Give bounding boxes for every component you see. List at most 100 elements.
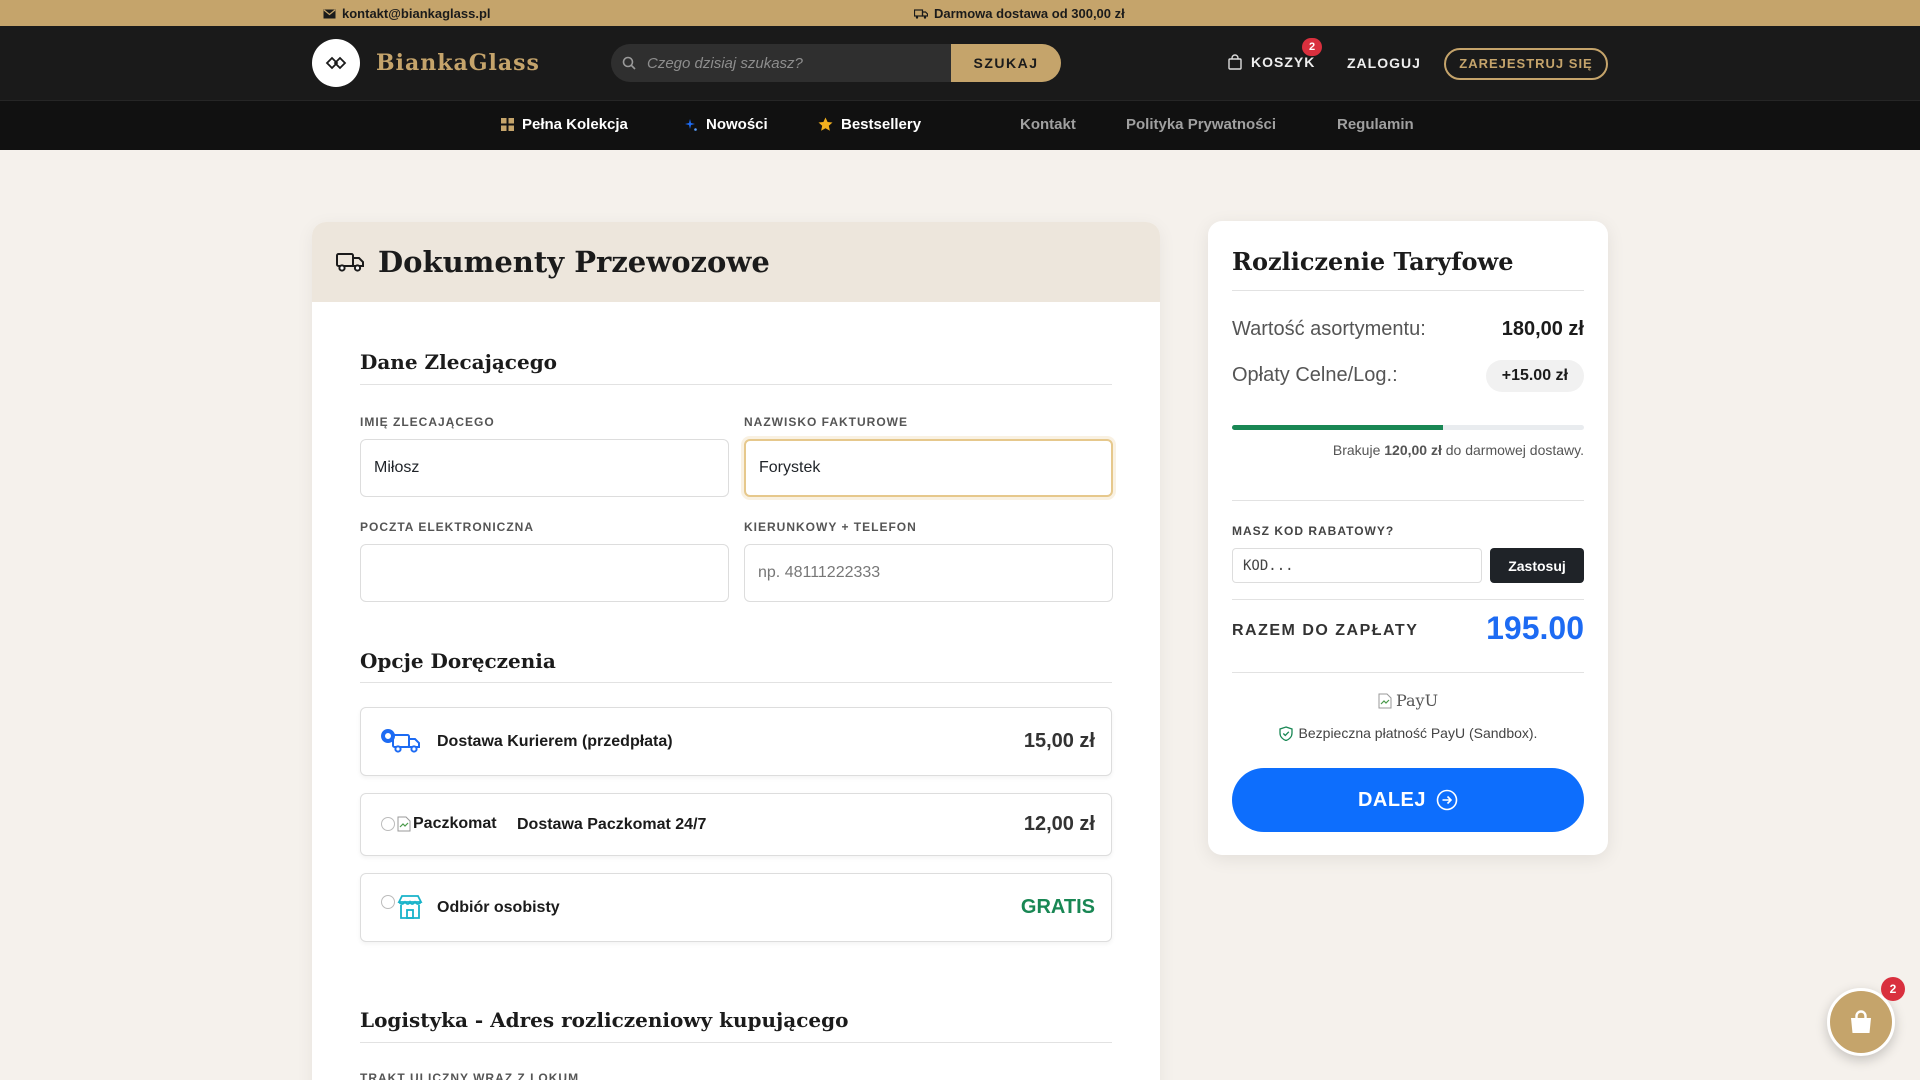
courier-option-name: Dostawa Kurierem (przedpłata)	[437, 733, 673, 750]
goods-value-label: Wartość asortymentu:	[1232, 318, 1426, 340]
search-bar: SZUKAJ	[611, 44, 1061, 82]
free-shipping-progress-fill	[1232, 425, 1444, 430]
courier-option-price: 15,00 zł	[1023, 730, 1095, 752]
nav-item-bestsellers[interactable]: Bestsellery	[818, 116, 921, 133]
delivery-option-parcel-locker[interactable]: Paczkomat Dostawa Paczkomat 24/7 12,00 z…	[360, 793, 1112, 856]
section-title-customer: Dane Zlecającego	[360, 350, 558, 374]
cart-label: KOSZYK	[1251, 54, 1316, 70]
remaining-prefix: Brakuje	[1332, 442, 1385, 458]
secure-payment-note: Bezpieczna płatność PayU (Sandbox).	[1208, 725, 1608, 741]
parcel-locker-logo-alt: Paczkomat	[413, 815, 497, 832]
broken-image-icon	[397, 816, 411, 832]
phone-label: KIERUNKOWY + TELEFON	[744, 520, 917, 534]
truck-icon	[392, 734, 420, 753]
floating-cart-badge: 2	[1881, 977, 1905, 1001]
fees-label: Opłaty Celne/Log.:	[1232, 364, 1398, 386]
site-header: BiankaGlass SZUKAJ KOSZYK 2 ZALOGUJ ZARE…	[0, 26, 1920, 100]
shipping-note-text: Darmowa dostawa od 300,00 zł	[934, 6, 1125, 21]
nav-item-terms[interactable]: Regulamin	[1337, 116, 1414, 133]
last-name-field[interactable]	[744, 439, 1113, 497]
arrow-circle-right-icon	[1436, 789, 1458, 811]
next-button[interactable]: DALEJ	[1232, 768, 1584, 832]
form-card-header: Dokumenty Przewozowe	[312, 222, 1160, 302]
street-label: TRAKT ULICZNY WRAZ Z LOKUM	[360, 1071, 580, 1080]
next-button-label: DALEJ	[1357, 788, 1427, 811]
first-name-label: IMIĘ ZLECAJĄCEGO	[360, 415, 495, 429]
remaining-suffix: do darmowej dostawy.	[1441, 442, 1584, 458]
free-shipping-remaining: Brakuje 120,00 zł do darmowej dostawy.	[1333, 442, 1584, 458]
nav-item-privacy[interactable]: Polityka Prywatności	[1126, 116, 1276, 133]
total-amount: 195.00	[1486, 610, 1584, 646]
email-field[interactable]	[360, 544, 729, 602]
nav-label: Bestsellery	[841, 116, 922, 133]
store-icon	[397, 895, 423, 919]
divider	[1232, 672, 1584, 673]
remaining-amount: 120,00 zł	[1384, 442, 1442, 458]
pickup-option-price: GRATIS	[1020, 896, 1095, 918]
summary-title: Rozliczenie Taryfowe	[1232, 247, 1514, 276]
shipping-form-card: Dokumenty Przewozowe Dane Zlecającego IM…	[312, 222, 1160, 1080]
search-icon	[611, 44, 647, 82]
register-button[interactable]: ZAREJESTRUJ SIĘ	[1444, 48, 1608, 80]
first-name-field[interactable]	[360, 439, 729, 497]
order-summary-card: Rozliczenie Taryfowe Wartość asortymentu…	[1208, 221, 1608, 855]
shopping-bag-icon	[1228, 54, 1242, 70]
parcel-locker-option-name: Dostawa Paczkomat 24/7	[517, 816, 707, 833]
payu-logo: PayU	[1208, 691, 1608, 710]
nav-item-full-collection[interactable]: Pełna Kolekcja	[501, 116, 628, 133]
email-label: POCZTA ELEKTRONICZNA	[360, 520, 534, 534]
truck-icon	[914, 8, 928, 19]
parcel-locker-logo: Paczkomat	[397, 815, 497, 833]
logo-mark-icon	[325, 56, 347, 70]
shipping-note: Darmowa dostawa od 300,00 zł	[914, 6, 1125, 21]
form-title: Dokumenty Przewozowe	[378, 245, 770, 279]
shield-check-icon	[1278, 725, 1293, 741]
goods-value-amount: 180,00 zł	[1501, 318, 1584, 340]
nav-item-new[interactable]: Nowości	[684, 116, 768, 133]
nav-item-contact[interactable]: Kontakt	[1020, 116, 1076, 133]
last-name-label: NAZWISKO FAKTUROWE	[744, 415, 908, 429]
divider	[1232, 599, 1584, 600]
divider	[360, 682, 1112, 683]
star-icon	[818, 117, 833, 131]
main-nav: Pełna Kolekcja Nowości Bestsellery Konta…	[0, 100, 1920, 150]
secure-payment-text: Bezpieczna płatność PayU (Sandbox).	[1298, 725, 1538, 741]
section-title-delivery: Opcje Doręczenia	[360, 649, 556, 673]
nav-label: Regulamin	[1337, 116, 1414, 133]
phone-field[interactable]	[744, 544, 1113, 602]
announcement-bar: kontakt@biankaglass.pl Darmowa dostawa o…	[0, 0, 1920, 26]
contact-email-text: kontakt@biankaglass.pl	[342, 6, 491, 21]
divider	[1232, 290, 1584, 291]
truck-icon	[336, 253, 364, 272]
divider	[360, 384, 1112, 385]
grid-icon	[501, 118, 514, 131]
search-input[interactable]	[647, 44, 951, 82]
nav-label: Kontakt	[1020, 116, 1076, 133]
broken-image-icon	[1378, 693, 1392, 708]
brand-name[interactable]: BiankaGlass	[376, 50, 540, 76]
shopping-bag-icon	[1851, 1010, 1871, 1033]
login-link[interactable]: ZALOGUJ	[1347, 55, 1421, 71]
promo-code-input[interactable]	[1232, 548, 1482, 583]
logo[interactable]	[312, 39, 360, 87]
pickup-radio[interactable]	[381, 895, 395, 909]
divider	[360, 1042, 1112, 1043]
delivery-option-pickup[interactable]: Odbiór osobisty GRATIS	[360, 873, 1112, 942]
parcel-locker-radio[interactable]	[381, 817, 395, 831]
search-button[interactable]: SZUKAJ	[951, 44, 1061, 82]
nav-label: Polityka Prywatności	[1126, 116, 1277, 133]
cart-link[interactable]: KOSZYK	[1227, 54, 1315, 70]
mail-icon	[323, 9, 336, 18]
apply-promo-button[interactable]: Zastosuj	[1490, 548, 1584, 583]
free-shipping-progress	[1232, 425, 1584, 430]
nav-label: Nowości	[706, 116, 768, 133]
total-label: RAZEM DO ZAPŁATY	[1232, 622, 1419, 639]
pickup-option-name: Odbiór osobisty	[437, 899, 560, 916]
payu-logo-alt: PayU	[1395, 691, 1439, 710]
parcel-locker-option-price: 12,00 zł	[1023, 813, 1095, 835]
contact-email[interactable]: kontakt@biankaglass.pl	[323, 6, 491, 21]
delivery-option-courier[interactable]: Dostawa Kurierem (przedpłata) 15,00 zł	[360, 707, 1112, 776]
section-title-address: Logistyka - Adres rozliczeniowy kupujące…	[360, 1008, 849, 1032]
promo-code-label: MASZ KOD RABATOWY?	[1232, 524, 1395, 538]
divider	[1232, 500, 1584, 501]
